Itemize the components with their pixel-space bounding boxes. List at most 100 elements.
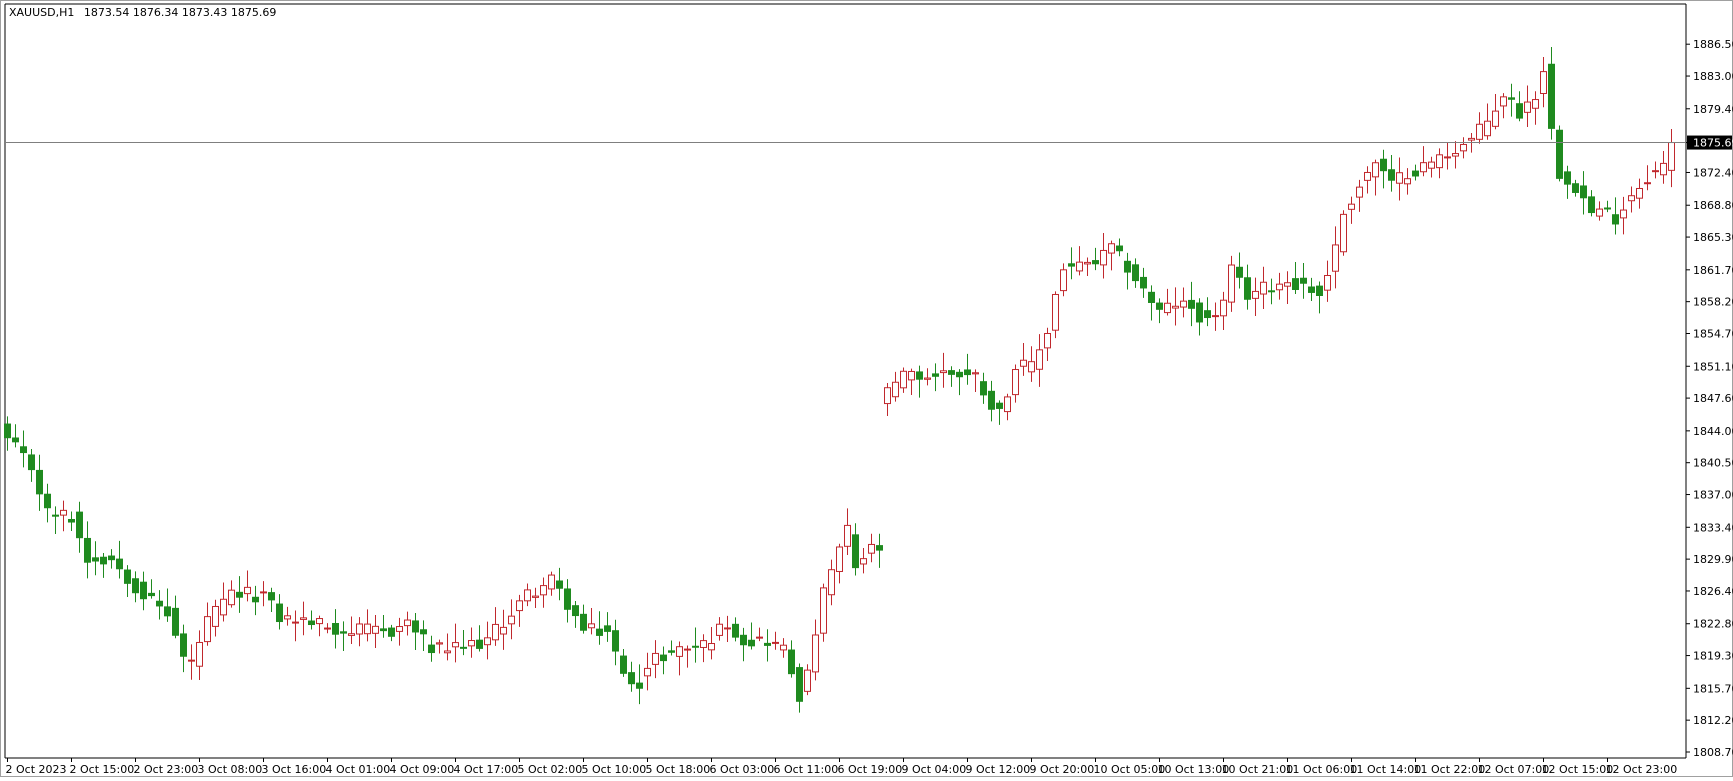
candle-body: [1204, 310, 1211, 319]
price-axis: 1886.50 1883.00 1879.40 1875.69 1872.40 1868.…: [1686, 38, 1733, 759]
price-tick-label: 1837.00: [1693, 489, 1733, 502]
candle-body: [4, 423, 11, 439]
candle-body: [300, 617, 307, 620]
candle-body: [708, 643, 715, 651]
price-tick-label: 1844.00: [1693, 425, 1733, 438]
candle-body: [932, 373, 939, 377]
candle-body: [820, 587, 827, 634]
candle-body: [1300, 277, 1307, 284]
time-tick-label: 4 Oct 09:00: [390, 763, 455, 776]
candle-body: [204, 616, 211, 643]
candle-body: [260, 591, 267, 594]
candle-body: [676, 646, 683, 657]
symbol-label: XAUUSD,H1: [9, 6, 74, 19]
candle-body: [340, 631, 347, 634]
candle-body: [1532, 99, 1539, 109]
candle-body: [948, 370, 955, 375]
candle-body: [716, 623, 723, 636]
candle-body: [284, 615, 291, 620]
candle-body: [396, 626, 403, 632]
candle-body: [964, 369, 971, 376]
candle-body: [1364, 171, 1371, 181]
candle-body: [628, 672, 635, 685]
candle-body: [1124, 260, 1131, 273]
candle-body: [332, 623, 339, 635]
candle-body: [1316, 285, 1323, 296]
candle-body: [1460, 143, 1467, 152]
candle-body: [292, 621, 299, 624]
candle-body: [1220, 299, 1227, 317]
candle-body: [1268, 290, 1275, 293]
candle-body: [1516, 103, 1523, 119]
candle-body: [956, 371, 963, 378]
candle-body: [660, 654, 667, 662]
candle-body: [1332, 244, 1339, 272]
candle-body: [860, 558, 867, 565]
candle-body: [756, 636, 763, 639]
candle-body: [532, 595, 539, 598]
candle-body: [1116, 245, 1123, 252]
candle-body: [356, 623, 363, 635]
candle-body: [1188, 299, 1195, 309]
time-tick-label: 10 Oct 21:00: [1222, 763, 1294, 776]
candle-body: [116, 558, 123, 570]
candle-body: [276, 603, 283, 623]
candle-body: [884, 387, 891, 405]
candle-body: [1244, 277, 1251, 300]
candle-body: [132, 578, 139, 594]
candle-body: [596, 628, 603, 636]
candle: [820, 583, 827, 642]
candle-body: [236, 591, 243, 598]
candle-body: [268, 592, 275, 601]
price-tick-label: 1833.40: [1693, 521, 1733, 534]
candle-body: [1604, 207, 1611, 210]
candle-body: [100, 556, 107, 565]
candle-body: [1372, 162, 1379, 178]
candle-body: [1340, 213, 1347, 253]
candle-body: [588, 623, 595, 629]
candle-body: [156, 600, 163, 607]
candle-body: [388, 627, 395, 637]
candle-body: [108, 555, 115, 561]
candle-body: [180, 633, 187, 657]
price-tick-label: 1826.40: [1693, 585, 1733, 598]
candle-body: [420, 629, 427, 635]
window-frame: [0, 0, 1733, 777]
candle-body: [668, 650, 675, 653]
candle-body: [1468, 137, 1475, 141]
time-tick-label: 2 Oct 15:00: [70, 763, 135, 776]
candle-body: [724, 627, 731, 630]
candle-body: [812, 634, 819, 673]
candle-body: [252, 596, 259, 603]
candle-body: [1404, 178, 1411, 185]
candle-body: [1436, 154, 1443, 169]
price-tick-label: 1854.70: [1693, 328, 1733, 341]
candlestick-chart-svg: 1886.50 1883.00 1879.40 1875.69 1872.40 1868.…: [0, 0, 1733, 777]
price-tick-label: 1879.40: [1693, 103, 1733, 116]
candle-body: [988, 390, 995, 410]
candle-body: [1652, 170, 1659, 173]
candle-body: [1588, 196, 1595, 214]
candle-body: [1036, 349, 1043, 370]
time-tick-label: 5 Oct 18:00: [646, 763, 711, 776]
price-chart[interactable]: 1886.50 1883.00 1879.40 1875.69 1872.40 1868.…: [0, 0, 1733, 777]
candle-body: [1628, 195, 1635, 202]
time-tick-label: 11 Oct 14:00: [1350, 763, 1422, 776]
candle-body: [1612, 214, 1619, 225]
candle-body: [1004, 396, 1011, 413]
candle-body: [124, 569, 131, 584]
candle-body: [172, 607, 179, 636]
candle-body: [940, 370, 947, 374]
candle-body: [764, 642, 771, 646]
candle-body: [188, 659, 195, 662]
current-price-label: 1875.69: [1693, 137, 1733, 150]
time-tick-label: 11 Oct 06:00: [1286, 763, 1358, 776]
candle-body: [52, 514, 59, 517]
candle-body: [196, 641, 203, 667]
candle-body: [804, 669, 811, 692]
candle-body: [580, 613, 587, 631]
candle-body: [1092, 260, 1099, 265]
candle-body: [836, 546, 843, 572]
candle-body: [740, 634, 747, 646]
candle-body: [1236, 266, 1243, 278]
